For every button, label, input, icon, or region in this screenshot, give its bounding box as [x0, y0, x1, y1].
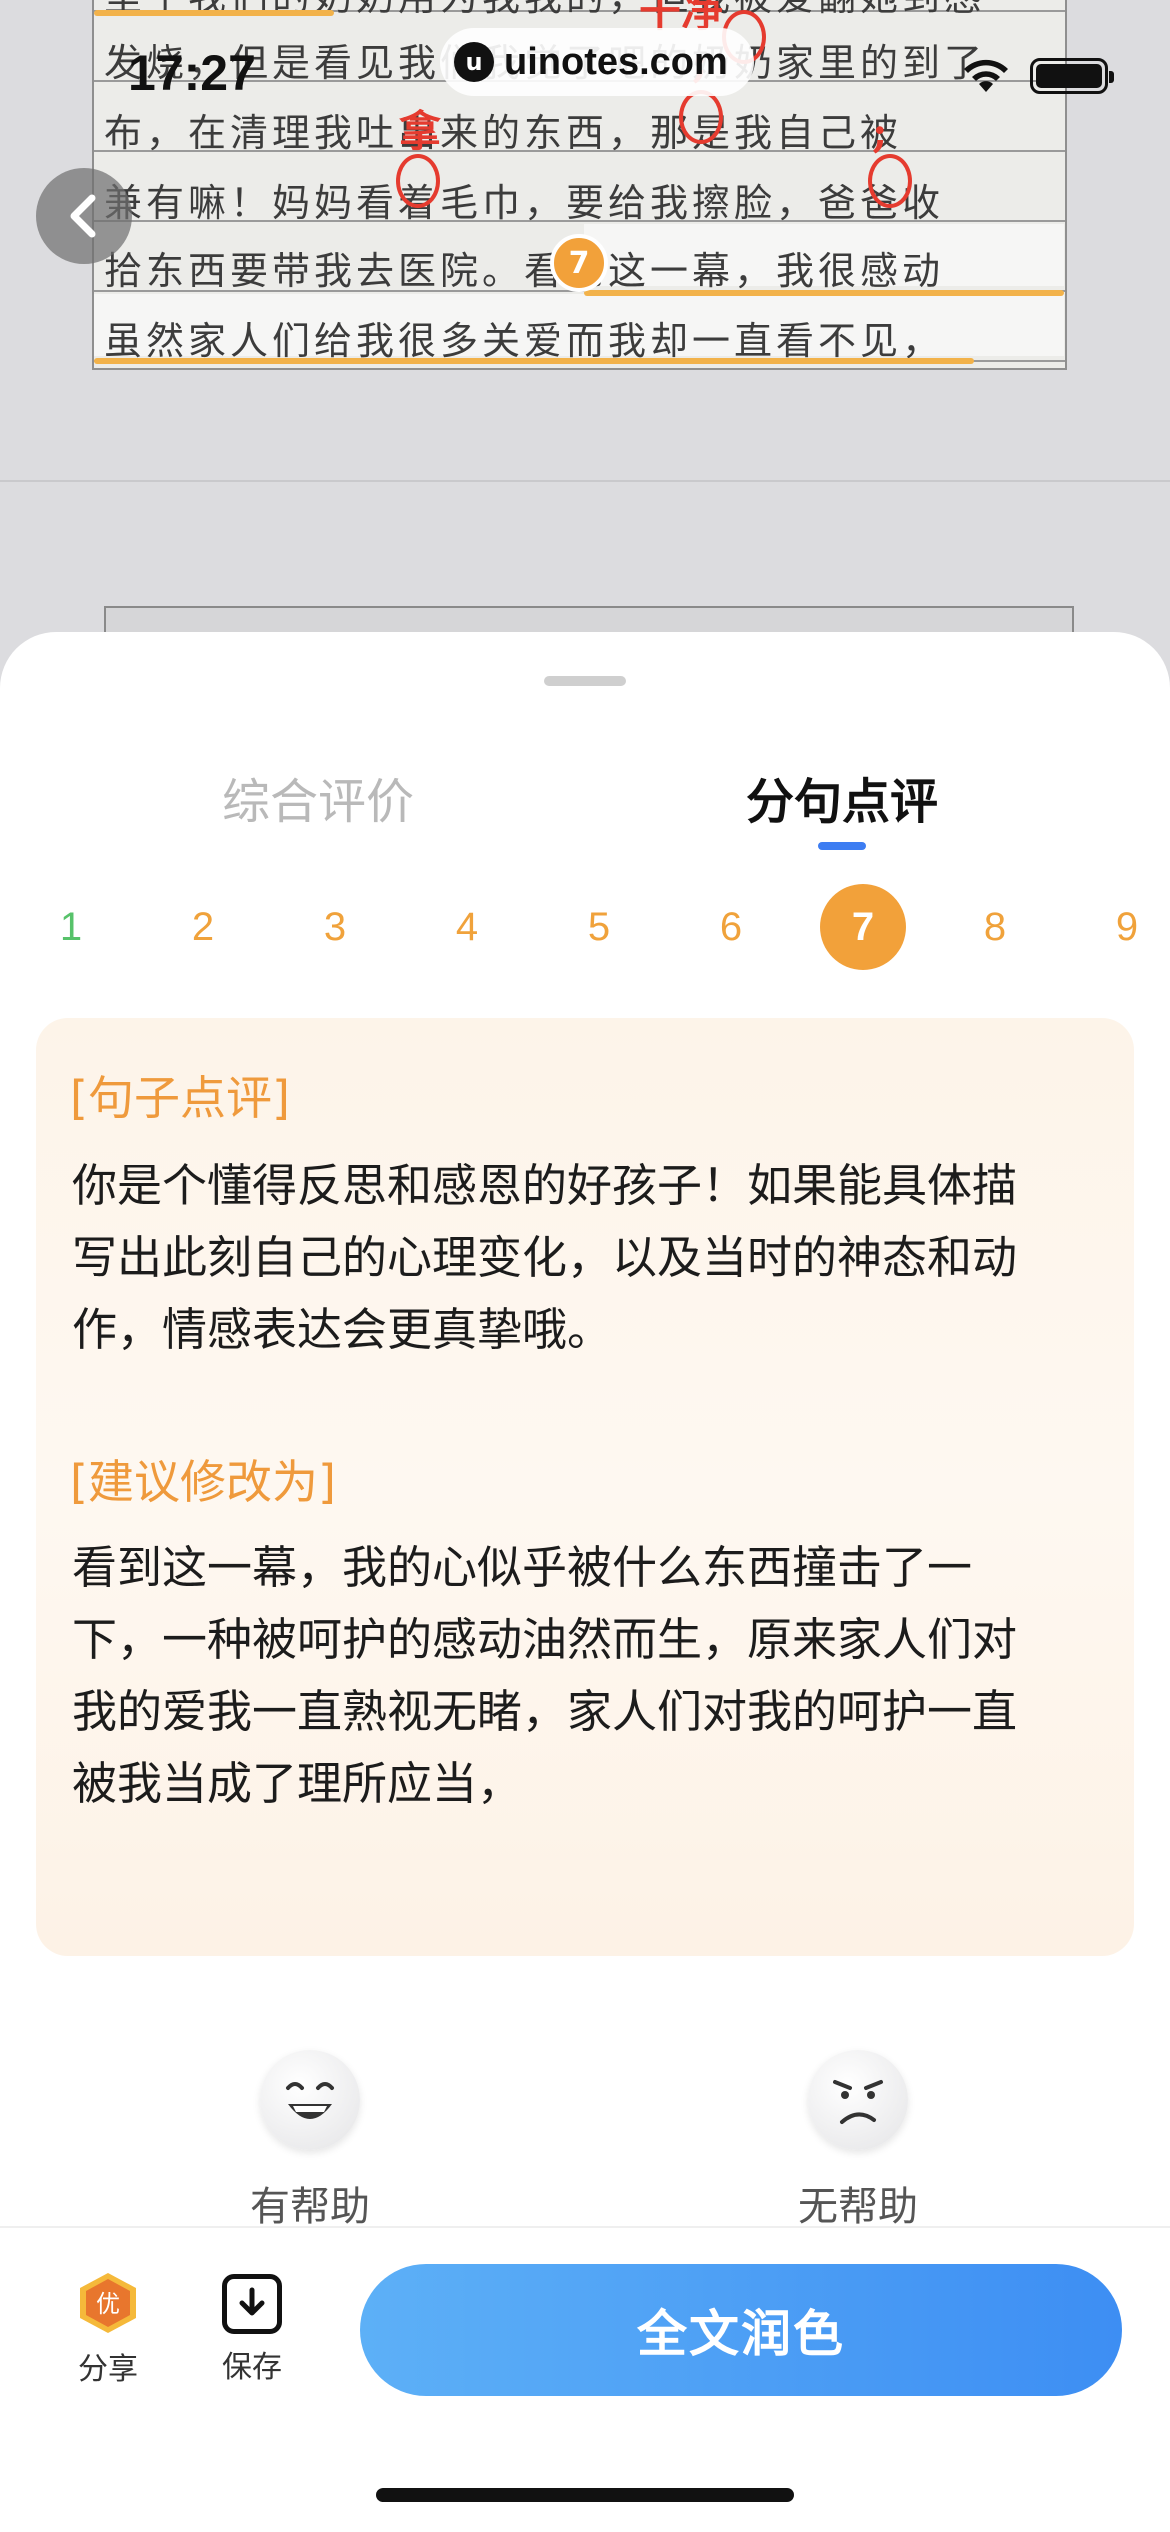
sentence-number[interactable]: 2	[160, 884, 246, 970]
status-time: 17:27	[128, 45, 256, 101]
watermark-text: uinotes.com	[504, 40, 728, 83]
comment-line: 作，情感表达会更真挚哦。	[72, 1303, 613, 1356]
sentence-review-card: [句子点评] 你是个懂得反思和感恩的好孩子！如果能具体描 写出此刻自己的心理变化…	[36, 1018, 1134, 1956]
watermark: u uinotes.com	[440, 28, 754, 96]
sentence-number[interactable]: 5	[556, 884, 642, 970]
suggestion-line: 看到这一幕，我的心似乎被什么东西撞击了一	[72, 1541, 973, 1594]
status-icons	[960, 56, 1114, 96]
essay-photo[interactable]: 里子我们的奶奶用为我我的，但我被爱翻她到感 发烧，但是看见我们我觉了吧的奶奶家里…	[0, 0, 1170, 700]
suggestion-line: 被我当成了理所应当，	[72, 1757, 523, 1810]
comment-heading: [句子点评]	[70, 1071, 290, 1125]
share-button[interactable]: 优 分享	[58, 2270, 158, 2388]
not-helpful-button[interactable]: 无帮助	[758, 2050, 958, 2232]
sentence-number[interactable]: 6	[688, 884, 774, 970]
suggestion-line: 我的爱我一直熟视无睹，家人们对我的呵护一直	[72, 1685, 1018, 1738]
back-button[interactable]	[36, 168, 132, 264]
sentence-number[interactable]: 8	[952, 884, 1038, 970]
tab-overall-review[interactable]: 综合评价	[222, 762, 414, 832]
helpful-label: 有帮助	[250, 2184, 370, 2230]
share-badge-icon: 优	[75, 2270, 141, 2336]
uinotes-logo-icon: u	[454, 42, 494, 82]
suggestion-heading: [建议修改为]	[70, 1455, 336, 1509]
sheet-grabber[interactable]	[544, 676, 626, 686]
share-badge-text: 优	[96, 2290, 120, 2318]
tab-sentence-review[interactable]: 分句点评	[746, 762, 938, 832]
sentence-number[interactable]: 1	[28, 884, 114, 970]
helpful-button[interactable]: 有帮助	[210, 2050, 410, 2232]
happy-face-icon	[260, 2050, 360, 2150]
sentence-number-active[interactable]: 7	[820, 884, 906, 970]
save-label: 保存	[222, 2350, 282, 2385]
correction-mark: 拿	[399, 107, 442, 156]
correction-circle	[679, 90, 723, 144]
essay-row: 兼有嘛！妈妈看着毛巾，要给我擦脸，爸爸收	[104, 181, 945, 225]
essay-row: 虽然家人们给我很多关爱而我却一直看不见，	[104, 319, 945, 363]
save-button[interactable]: 保存	[202, 2270, 302, 2386]
sentence-number-row: 1 2 3 4 5 6 7 8 9	[0, 884, 1170, 974]
sentence-number[interactable]: 9	[1084, 884, 1170, 970]
chevron-left-icon	[70, 194, 96, 238]
essay-row: 拾东西要带我去医院。看到这一幕，我很感动	[104, 249, 945, 293]
battery-icon	[1030, 58, 1114, 94]
home-indicator[interactable]	[376, 2488, 794, 2502]
not-helpful-label: 无帮助	[798, 2184, 918, 2230]
correction-circle	[868, 154, 912, 208]
polish-full-text-button[interactable]: 全文润色	[360, 2264, 1122, 2396]
essay-row: 布，在清理我吐出来的东西，那是我自己被	[104, 111, 903, 155]
correction-circle	[396, 154, 440, 208]
sentence-number[interactable]: 4	[424, 884, 510, 970]
sentence-marker[interactable]: 7	[550, 234, 608, 292]
bottom-action-bar: 优 分享 保存 全文润色	[0, 2226, 1170, 2532]
comment-text: 你是个懂得反思和感恩的好孩子！如果能具体描 写出此刻自己的心理变化，以及当时的神…	[72, 1150, 1092, 1366]
download-icon	[222, 2274, 282, 2334]
comment-line: 写出此刻自己的心理变化，以及当时的神态和动	[72, 1231, 1018, 1284]
tab-active-indicator	[818, 842, 866, 850]
highlight-line	[94, 10, 334, 16]
highlight-line	[94, 358, 974, 364]
share-label: 分享	[78, 2352, 138, 2387]
divider	[0, 480, 1170, 482]
sentence-number[interactable]: 3	[292, 884, 378, 970]
wifi-icon	[964, 59, 1008, 92]
highlight-line	[584, 290, 1064, 296]
comment-line: 你是个懂得反思和感恩的好孩子！如果能具体描	[72, 1159, 1018, 1212]
suggestion-text: 看到这一幕，我的心似乎被什么东西撞击了一 下，一种被呵护的感动油然而生，原来家人…	[72, 1532, 1092, 1820]
suggestion-line: 下，一种被呵护的感动油然而生，原来家人们对	[72, 1613, 1018, 1666]
confused-face-icon	[808, 2050, 908, 2150]
correction-mark: ;	[872, 108, 888, 157]
